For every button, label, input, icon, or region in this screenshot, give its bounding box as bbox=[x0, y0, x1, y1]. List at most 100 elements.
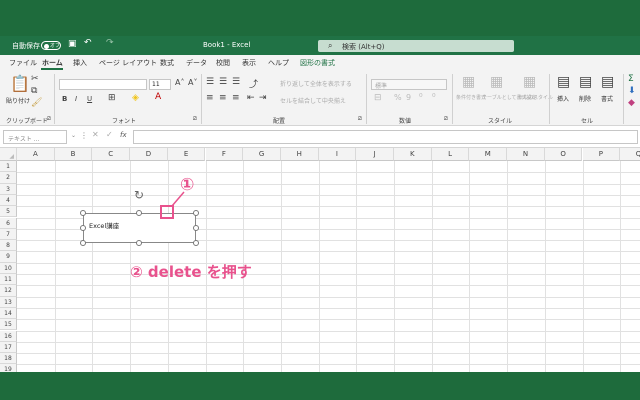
redo-icon[interactable]: ↷ bbox=[106, 38, 114, 48]
decrease-decimal-icon[interactable]: ⁰ bbox=[432, 93, 436, 103]
column-header-J[interactable]: J bbox=[356, 148, 394, 161]
column-header-B[interactable]: B bbox=[54, 148, 93, 161]
column-header-E[interactable]: E bbox=[167, 148, 206, 161]
wrap-text-button[interactable]: 折り返して全体を表示する bbox=[280, 79, 352, 88]
row-header-15[interactable]: 15 bbox=[0, 319, 17, 331]
column-header-K[interactable]: K bbox=[394, 148, 432, 161]
resize-handle-right[interactable] bbox=[193, 225, 199, 231]
row-header-14[interactable]: 14 bbox=[0, 307, 17, 320]
select-all-corner[interactable]: ◢ bbox=[0, 148, 17, 161]
resize-handle-top-right[interactable] bbox=[193, 210, 199, 216]
font-size-dropdown[interactable]: 11 bbox=[149, 79, 171, 90]
autosave-toggle[interactable]: オフ bbox=[41, 41, 61, 50]
comma-icon[interactable]: 9 bbox=[406, 93, 411, 102]
row-header-7[interactable]: 7 bbox=[0, 228, 17, 241]
column-header-F[interactable]: F bbox=[205, 148, 244, 161]
cell-styles-icon[interactable]: ▦ bbox=[523, 74, 536, 90]
cancel-icon[interactable]: ✕ bbox=[92, 130, 99, 139]
enter-icon[interactable]: ✓ bbox=[106, 130, 113, 139]
row-header-10[interactable]: 10 bbox=[0, 262, 17, 274]
align-center-icon[interactable]: ≡ bbox=[219, 93, 227, 103]
format-as-table-icon[interactable]: ▦ bbox=[490, 74, 503, 90]
resize-handle-top-left[interactable] bbox=[80, 210, 86, 216]
orientation-icon[interactable]: ⤴ bbox=[249, 77, 258, 90]
paste-icon[interactable]: 📋 bbox=[10, 74, 30, 93]
tab-data[interactable]: データ bbox=[186, 58, 207, 68]
save-icon[interactable]: ▣ bbox=[68, 39, 77, 49]
indent-increase-icon[interactable]: ⇥ bbox=[259, 93, 267, 103]
cut-icon[interactable]: ✂ bbox=[31, 74, 39, 84]
italic-button[interactable]: I bbox=[75, 95, 77, 103]
number-format-dropdown[interactable]: 標準 bbox=[371, 79, 447, 90]
border-icon[interactable]: ⊞ bbox=[108, 93, 116, 103]
tab-file[interactable]: ファイル bbox=[9, 58, 37, 68]
rotate-handle-icon[interactable]: ↻ bbox=[134, 188, 144, 202]
cell-styles-button[interactable]: セルのスタイル bbox=[518, 94, 553, 101]
column-header-P[interactable]: P bbox=[582, 148, 621, 161]
font-color-icon[interactable]: A bbox=[155, 92, 161, 102]
conditional-format-icon[interactable]: ▦ bbox=[462, 74, 475, 90]
percent-icon[interactable]: % bbox=[394, 93, 402, 102]
clear-icon[interactable]: ◆ bbox=[628, 98, 635, 108]
row-header-6[interactable]: 6 bbox=[0, 217, 17, 229]
align-left-icon[interactable]: ≡ bbox=[206, 93, 214, 103]
row-header-9[interactable]: 9 bbox=[0, 251, 17, 263]
resize-handle-left[interactable] bbox=[80, 225, 86, 231]
copy-icon[interactable]: ⧉ bbox=[31, 86, 37, 96]
row-header-1[interactable]: 1 bbox=[0, 161, 17, 173]
row-header-3[interactable]: 3 bbox=[0, 183, 17, 195]
insert-cells-button[interactable]: 挿入 bbox=[557, 94, 569, 103]
search-box[interactable]: ⌕ 検索 (Alt+Q) bbox=[318, 40, 514, 52]
delete-cells-icon[interactable]: ▤ bbox=[579, 74, 592, 90]
format-cells-icon[interactable]: ▤ bbox=[601, 74, 614, 90]
bold-button[interactable]: B bbox=[62, 95, 67, 103]
paste-label[interactable]: 貼り付け bbox=[6, 96, 30, 105]
name-box[interactable]: テキスト ... bbox=[3, 130, 67, 144]
indent-decrease-icon[interactable]: ⇤ bbox=[247, 93, 255, 103]
increase-font-icon[interactable]: A˄ bbox=[175, 78, 184, 87]
tab-home[interactable]: ホーム bbox=[42, 58, 63, 68]
resize-handle-bottom-right[interactable] bbox=[193, 240, 199, 246]
alignment-launcher-icon[interactable]: ⧄ bbox=[358, 115, 362, 123]
tab-insert[interactable]: 挿入 bbox=[73, 58, 87, 68]
row-header-5[interactable]: 5 bbox=[0, 206, 17, 218]
worksheet-grid[interactable]: ◢ ABCDEFGHIJKLMNOPQ 1 2 3 4 5 6 7 8 9 10 11 12 13 14 1… bbox=[0, 148, 640, 372]
formula-input[interactable] bbox=[133, 130, 638, 144]
column-header-M[interactable]: M bbox=[469, 148, 508, 161]
format-cells-button[interactable]: 書式 bbox=[601, 94, 613, 103]
clipboard-launcher-icon[interactable]: ⧄ bbox=[47, 115, 51, 123]
align-top-icon[interactable]: ☰ bbox=[206, 77, 214, 87]
column-header-H[interactable]: H bbox=[280, 148, 319, 161]
resize-handle-bottom-left[interactable] bbox=[80, 240, 86, 246]
format-painter-icon[interactable]: 🖌 bbox=[31, 98, 42, 108]
align-bottom-icon[interactable]: ☰ bbox=[232, 77, 240, 87]
undo-icon[interactable]: ↶ bbox=[84, 38, 92, 48]
autosum-icon[interactable]: Σ bbox=[628, 74, 634, 84]
increase-decimal-icon[interactable]: ⁰ bbox=[419, 93, 423, 103]
insert-function-icon[interactable]: fx bbox=[120, 131, 127, 139]
row-header-2[interactable]: 2 bbox=[0, 172, 17, 184]
tab-shape-format[interactable]: 図形の書式 bbox=[300, 58, 335, 68]
column-header-G[interactable]: G bbox=[243, 148, 281, 161]
column-header-I[interactable]: I bbox=[318, 148, 357, 161]
font-launcher-icon[interactable]: ⧄ bbox=[193, 115, 197, 123]
row-header-8[interactable]: 8 bbox=[0, 240, 17, 252]
namebox-dropdown-icon[interactable]: ⌄ bbox=[71, 132, 76, 139]
decrease-font-icon[interactable]: A˅ bbox=[188, 78, 197, 87]
fill-color-icon[interactable]: ◈ bbox=[132, 93, 139, 103]
resize-handle-bottom[interactable] bbox=[136, 240, 142, 246]
insert-cells-icon[interactable]: ▤ bbox=[557, 74, 570, 90]
row-header-12[interactable]: 12 bbox=[0, 285, 17, 297]
tab-formulas[interactable]: 数式 bbox=[160, 58, 174, 68]
tab-review[interactable]: 校閲 bbox=[216, 58, 230, 68]
merge-center-button[interactable]: セルを結合して中央揃え bbox=[280, 96, 346, 105]
column-header-C[interactable]: C bbox=[92, 148, 131, 161]
column-header-O[interactable]: O bbox=[544, 148, 583, 161]
row-header-16[interactable]: 16 bbox=[0, 330, 17, 342]
currency-icon[interactable]: ⊟ bbox=[374, 93, 382, 103]
row-header-19[interactable]: 19 bbox=[0, 364, 17, 372]
column-header-Q[interactable]: Q bbox=[620, 148, 640, 161]
tab-page-layout[interactable]: ページ レイアウト bbox=[99, 58, 157, 68]
resize-handle-top[interactable] bbox=[136, 210, 142, 216]
fill-icon[interactable]: ⬇ bbox=[628, 86, 636, 96]
